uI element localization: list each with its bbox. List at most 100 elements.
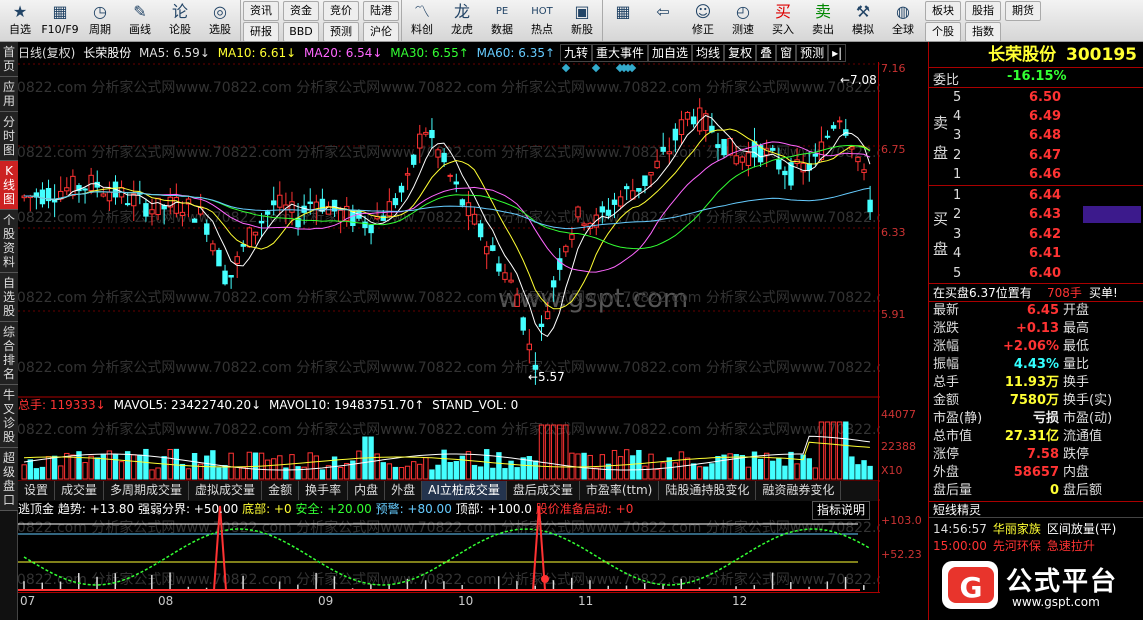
indicator-tab-12[interactable]: 融资融券变化 — [756, 481, 842, 500]
toolbar-small-button[interactable]: 研报 — [243, 22, 279, 41]
elf-row[interactable]: 15:00:00 先河环保 急速拉升 — [933, 537, 1138, 553]
buy-side-label: 买盘 — [933, 210, 949, 258]
toolbar-back-arrow-button[interactable]: ⇦ — [643, 0, 683, 41]
toolbar-chart-button[interactable]: 〽料创 — [402, 0, 442, 41]
indicator-tab-2[interactable]: 多周期成交量 — [104, 481, 190, 500]
date-tick: 09 — [318, 594, 334, 608]
sell-level[interactable]: 4 6.49 — [953, 107, 1143, 126]
toolbar-small-button[interactable]: 资讯 — [243, 1, 279, 21]
period-label[interactable]: 日线(复权) — [18, 46, 75, 60]
left-tab-5[interactable]: 自选股 — [0, 273, 18, 322]
toolbar-dragon-button[interactable]: 龙龙虎 — [442, 0, 482, 41]
indicator-tab-9[interactable]: 盘后成交量 — [507, 481, 580, 500]
chart-button-6[interactable]: 窗 — [776, 44, 797, 62]
indicator-tab-7[interactable]: 外盘 — [385, 481, 423, 500]
indicator2-bottom: 底部: +0 — [242, 502, 292, 516]
quote-table: 最新 6.45 开盘 涨跌 +0.13 最高 涨幅 +2.06% 最低 振幅 4.43% 量比 总手 11… — [929, 302, 1143, 502]
left-tab-0[interactable]: 首页 — [0, 42, 18, 77]
toolbar-data-button[interactable]: PE 数据 — [482, 0, 522, 41]
chart-nav-icon[interactable]: ▸| — [828, 44, 847, 62]
toolbar-chat-button[interactable]: 论论股 — [160, 0, 200, 41]
indicator2-name[interactable]: 逃顶金 — [18, 502, 54, 516]
elf-row[interactable]: 14:56:57 华丽家族 区间放量(平) — [933, 520, 1138, 536]
buy-level[interactable]: 2 6.43 — [953, 205, 1143, 224]
left-tabs: 首页 应用 分时图 K线图 个股资料 自选股 综合排名 牛叉诊股 超级盘口 — [0, 42, 18, 620]
indicator-tab-3[interactable]: 虚拟成交量 — [189, 481, 263, 500]
watermark-row: 70822.com 分析家公式网www.70822.com 分析家公式网www.… — [18, 359, 880, 376]
sell-level[interactable]: 5 6.50 — [953, 88, 1143, 107]
toolbar-label: 画线 — [129, 23, 151, 36]
toolbar-pen-button[interactable]: ✎ 画线 — [120, 0, 160, 41]
indicator-tab-11[interactable]: 陆股通持股变化 — [659, 481, 757, 500]
chart-button-5[interactable]: 叠 — [756, 44, 777, 62]
indicator-tab-5[interactable]: 换手率 — [299, 481, 349, 500]
toolbar-star-button[interactable]: ★ 自选 — [0, 0, 40, 41]
left-tab-4[interactable]: 个股资料 — [0, 210, 18, 273]
toolbar-hot-button[interactable]: HOT 热点 — [522, 0, 562, 41]
toolbar-small-button[interactable]: 资金 — [283, 1, 319, 21]
toolbar-clock-button[interactable]: ◷ 周期 — [80, 0, 120, 41]
chart-button-7[interactable]: 预测 — [796, 44, 829, 62]
buy-level[interactable]: 4 6.41 — [953, 244, 1143, 263]
toolbar-small-button[interactable]: 指数 — [965, 22, 1001, 41]
volume-bar — [514, 467, 520, 480]
toolbar-speed-button[interactable]: ◴ 测速 — [723, 0, 763, 41]
indicator-help-button[interactable]: 指标说明 — [811, 501, 870, 520]
indicator2-start: 股价准备启动: +0 — [535, 502, 634, 516]
toolbar-small-button[interactable]: 股指 — [965, 1, 1001, 21]
sell-level[interactable]: 3 6.48 — [953, 126, 1143, 145]
toolbar-small-button[interactable]: 个股 — [925, 22, 961, 41]
sell-level[interactable]: 1 6.46 — [953, 165, 1143, 184]
toolbar-stock-select-button[interactable]: ◎ 选股 — [200, 0, 240, 41]
indicator-tab-6[interactable]: 内盘 — [348, 481, 386, 500]
left-tab-6[interactable]: 综合排名 — [0, 322, 18, 385]
high-annotation: ←7.08 — [840, 73, 877, 87]
buy-level[interactable]: 1 6.44 — [953, 186, 1143, 205]
toolbar-small-button[interactable]: 竞价 — [323, 1, 359, 21]
sell-level[interactable]: 2 6.47 — [953, 146, 1143, 165]
volume-bar — [471, 464, 478, 480]
quote-row: 市盈(静) 亏损 市盈(动) — [933, 410, 1141, 428]
left-tab-2[interactable]: 分时图 — [0, 112, 18, 161]
chart-button-4[interactable]: 复权 — [724, 44, 757, 62]
quote-row: 涨幅 +2.06% 最低 — [933, 338, 1141, 356]
buy-level-index: 1 — [953, 188, 962, 203]
left-tab-8[interactable]: 超级盘口 — [0, 448, 18, 511]
toolbar-small-button[interactable]: 陆港 — [363, 1, 399, 21]
indicator-tab-0[interactable]: 设置 — [18, 481, 56, 500]
toolbar-small-button[interactable]: 板块 — [925, 1, 961, 21]
chart-button-1[interactable]: 重大事件 — [592, 44, 649, 62]
elf-title[interactable]: 短线精灵 — [929, 502, 1143, 518]
buy-level[interactable]: 3 6.42 — [953, 225, 1143, 244]
toolbar-small-button[interactable]: BBD — [283, 22, 319, 41]
toolbar-small-button[interactable]: 沪伦 — [363, 22, 399, 41]
toolbar-f10-button[interactable]: ▦ F10/F9 — [40, 0, 80, 41]
left-tab-1[interactable]: 应用 — [0, 77, 18, 112]
chart-button-0[interactable]: 九转 — [560, 44, 593, 62]
toolbar-grid-button[interactable]: ▦ — [603, 0, 643, 41]
indicator-tab-1[interactable]: 成交量 — [55, 481, 105, 500]
price-tick: 7.16 — [881, 62, 906, 75]
toolbar-small-button[interactable]: 预测 — [323, 22, 359, 41]
quote-key2: 市盈(动) — [1063, 411, 1113, 426]
stock-title-name: 长荣股份 — [988, 45, 1057, 65]
candle — [843, 118, 849, 139]
left-tab-3[interactable]: K线图 — [0, 161, 18, 210]
toolbar-hammer-button[interactable]: ⚒ 模拟 — [843, 0, 883, 41]
chart-button-3[interactable]: 均线 — [692, 44, 725, 62]
toolbar-pair: 陆港 沪伦 — [361, 0, 401, 41]
toolbar-sell-button[interactable]: 卖卖出 — [803, 0, 843, 41]
candle — [82, 187, 88, 204]
toolbar-small-button[interactable]: 期货 — [1005, 1, 1041, 21]
indicator-tab-4[interactable]: 金额 — [262, 481, 300, 500]
indicator-tab-8[interactable]: AI立桩成交量 — [422, 481, 507, 500]
buy-level[interactable]: 5 6.40 — [953, 264, 1143, 283]
chart-button-2[interactable]: 加自选 — [648, 44, 693, 62]
toolbar-fix-button[interactable]: ☺ 修正 — [683, 0, 723, 41]
toolbar-globe-button[interactable]: ◍ 全球 — [883, 0, 923, 41]
indicator-tab-10[interactable]: 市盈率(ttm) — [580, 481, 660, 500]
toolbar-buy-button[interactable]: 买买入 — [763, 0, 803, 41]
left-tab-7[interactable]: 牛叉诊股 — [0, 385, 18, 448]
toolbar: ★ 自选 ▦ F10/F9 ◷ 周期 ✎ 画线论论股 ◎ 选股 资讯 研报 资金 BBD 竞价 预测 陆港 沪伦〽… — [0, 0, 1143, 42]
toolbar-newstock-button[interactable]: ▣ 新股 — [562, 0, 602, 41]
